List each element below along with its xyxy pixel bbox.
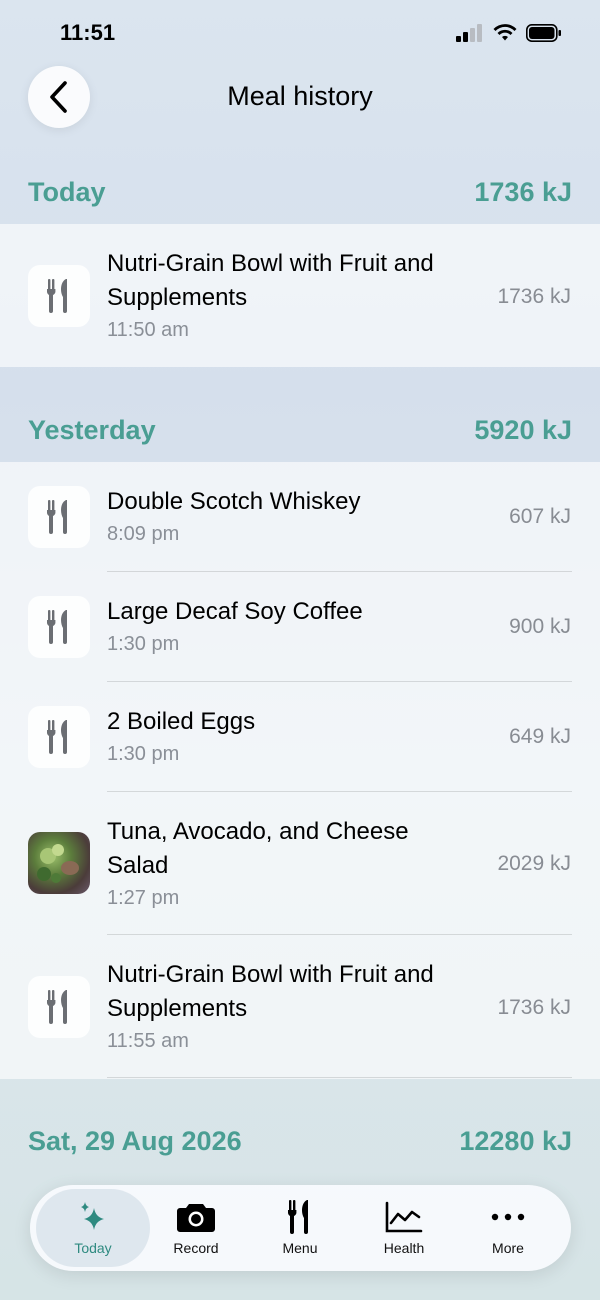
fork-knife-icon [288, 1200, 312, 1234]
meal-time: 11:50 am [107, 319, 189, 341]
divider [107, 1077, 572, 1078]
meal-energy: 1736 kJ [497, 996, 571, 1019]
sparkle-icon [76, 1200, 110, 1234]
section-header-yesterday: Yesterday 5920 kJ [0, 401, 600, 459]
list-item[interactable]: Double Scotch Whiskey 8:09 pm 607 kJ [0, 462, 600, 572]
meal-time: 8:09 pm [107, 523, 180, 545]
section-header-date: Sat, 29 Aug 2026 12280 kJ [0, 1112, 600, 1170]
section-total: 12280 kJ [459, 1125, 572, 1156]
tab-menu[interactable]: Menu [248, 1185, 352, 1271]
status-icons [456, 24, 562, 42]
section-header-today: Today 1736 kJ [0, 163, 600, 221]
tab-label: More [492, 1240, 524, 1256]
meal-time: 1:30 pm [107, 633, 180, 655]
meal-name: Nutri-Grain Bowl with Fruit and Suppleme… [107, 961, 434, 1022]
tab-bar: Today Record Menu Health More [30, 1185, 571, 1271]
section-label: Sat, 29 Aug 2026 [28, 1125, 242, 1156]
tab-label: Today [74, 1240, 112, 1256]
fork-knife-icon [28, 706, 90, 768]
section-body-yesterday: Double Scotch Whiskey 8:09 pm 607 kJ Lar… [0, 462, 600, 1079]
tab-health[interactable]: Health [352, 1185, 456, 1271]
meal-name: Double Scotch Whiskey [107, 488, 361, 515]
tab-more[interactable]: More [456, 1185, 560, 1271]
meal-energy: 649 kJ [509, 725, 571, 748]
meal-time: 1:27 pm [107, 887, 180, 909]
fork-knife-icon [28, 976, 90, 1038]
section-body-today: Nutri-Grain Bowl with Fruit and Suppleme… [0, 224, 600, 367]
status-bar: 11:51 [0, 0, 600, 64]
page-title: Meal history [227, 81, 373, 111]
meal-energy: 1736 kJ [497, 285, 571, 308]
meal-name: Large Decaf Soy Coffee [107, 598, 363, 625]
meal-time: 11:55 am [107, 1030, 189, 1052]
tab-label: Record [173, 1240, 219, 1256]
list-item[interactable]: Nutri-Grain Bowl with Fruit and Suppleme… [0, 224, 600, 367]
list-item[interactable]: 2 Boiled Eggs 1:30 pm 649 kJ [0, 682, 600, 792]
camera-icon [176, 1200, 216, 1234]
chart-icon [385, 1200, 423, 1234]
section-label: Today [28, 176, 106, 207]
section-label: Yesterday [28, 414, 156, 445]
tab-record[interactable]: Record [144, 1185, 248, 1271]
list-item[interactable]: Large Decaf Soy Coffee 1:30 pm 900 kJ [0, 572, 600, 682]
fork-knife-icon [28, 265, 90, 327]
meal-energy: 900 kJ [509, 615, 571, 638]
tab-label: Health [383, 1240, 425, 1256]
meal-name: Tuna, Avocado, and Cheese Salad [107, 818, 409, 879]
more-icon [491, 1200, 525, 1234]
section-total: 1736 kJ [474, 176, 572, 207]
tab-label: Menu [282, 1240, 318, 1256]
meal-time: 1:30 pm [107, 743, 180, 765]
list-item[interactable]: Tuna, Avocado, and Cheese Salad 1:27 pm … [0, 792, 600, 935]
meal-name: 2 Boiled Eggs [107, 708, 256, 735]
tab-today[interactable]: Today [36, 1189, 150, 1267]
fork-knife-icon [28, 596, 90, 658]
section-total: 5920 kJ [474, 414, 572, 445]
meal-photo [28, 832, 90, 894]
list-item[interactable]: Nutri-Grain Bowl with Fruit and Suppleme… [0, 935, 600, 1078]
signal-icon [456, 24, 482, 42]
meal-energy: 607 kJ [509, 505, 571, 528]
status-time: 11:51 [60, 20, 116, 45]
battery-icon [526, 24, 561, 42]
meal-name: Nutri-Grain Bowl with Fruit and Suppleme… [107, 250, 434, 311]
fork-knife-icon [28, 486, 90, 548]
meal-energy: 2029 kJ [497, 852, 571, 875]
wifi-icon [493, 24, 517, 41]
